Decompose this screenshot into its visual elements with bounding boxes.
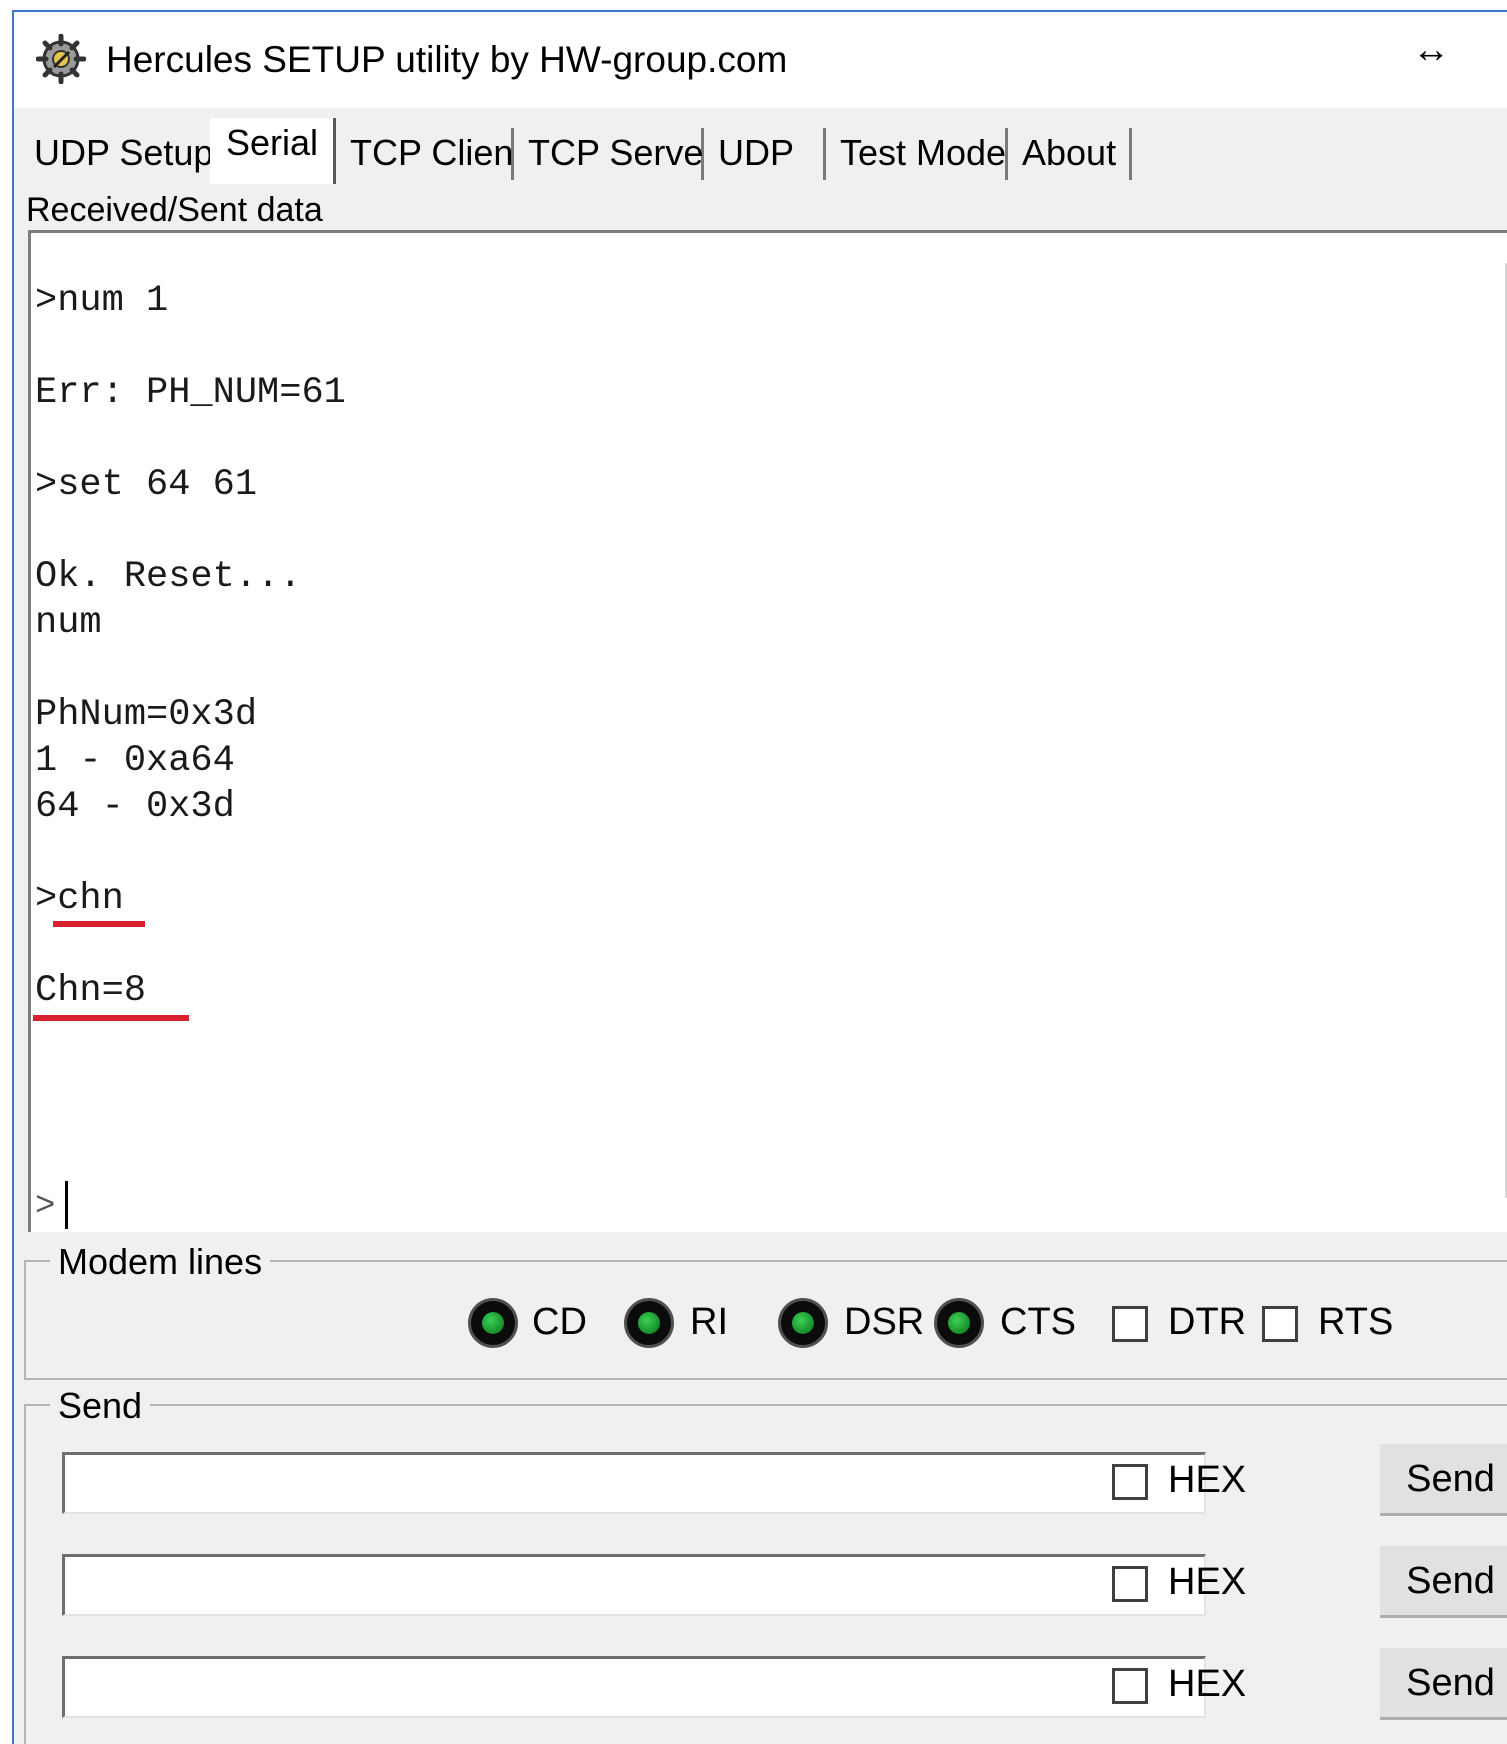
tab-about[interactable]: About	[1008, 128, 1132, 180]
send-input-1[interactable]	[62, 1452, 1206, 1514]
tab-udp[interactable]: UDP	[704, 128, 826, 180]
hex-label-2: HEX	[1168, 1561, 1247, 1603]
terminal-line: PhNum=0x3d	[35, 694, 258, 736]
modem-lines-legend: Modem lines	[50, 1242, 271, 1282]
tab-tcp-server[interactable]: TCP Server	[514, 128, 715, 180]
dtr-checkbox[interactable]	[1112, 1306, 1148, 1342]
terminal-line: num	[35, 602, 102, 644]
terminal-line: Ok. Reset...	[35, 556, 302, 598]
chn-result-red-underline	[33, 1015, 189, 1021]
hercules-window: Hercules SETUP utility by HW-group.com ↔…	[12, 10, 1507, 1744]
hex-checkbox-2[interactable]	[1112, 1566, 1148, 1602]
send-button-1[interactable]: Send	[1380, 1444, 1507, 1516]
terminal-line: >num 1	[35, 280, 169, 322]
resize-arrows-icon[interactable]: ↔	[1412, 30, 1450, 70]
tab-tcp-client[interactable]: TCP Client	[336, 128, 523, 180]
title-bar: Hercules SETUP utility by HW-group.com ↔	[14, 12, 1507, 108]
ri-led-icon	[624, 1298, 674, 1348]
hex-label-3: HEX	[1168, 1663, 1247, 1705]
cts-label: CTS	[1000, 1301, 1076, 1343]
modem-lines-group: Modem lines CD RI DSR CTS DTR RTS	[24, 1242, 1507, 1380]
dsr-led-icon	[778, 1298, 828, 1348]
rts-checkbox[interactable]	[1262, 1306, 1298, 1342]
send-button-3[interactable]: Send	[1380, 1648, 1507, 1720]
chn-command-red-underline	[53, 921, 145, 927]
send-input-3[interactable]	[62, 1656, 1206, 1718]
terminal-line: >chn	[35, 878, 124, 920]
hex-checkbox-1[interactable]	[1112, 1464, 1148, 1500]
dtr-label: DTR	[1168, 1301, 1247, 1343]
dsr-label: DSR	[844, 1301, 925, 1343]
tab-serial[interactable]: Serial	[210, 118, 336, 184]
send-button-2[interactable]: Send	[1380, 1546, 1507, 1618]
terminal-prompt: >	[35, 1188, 56, 1226]
window-title: Hercules SETUP utility by HW-group.com	[106, 39, 788, 80]
terminal-line: Chn=8	[35, 970, 147, 1012]
cts-led-icon	[934, 1298, 984, 1348]
tab-udp-setup[interactable]: UDP Setup	[20, 128, 213, 180]
hex-label-1: HEX	[1168, 1459, 1247, 1501]
tab-test-mode[interactable]: Test Mode	[826, 128, 1008, 180]
text-caret	[65, 1181, 68, 1229]
cd-label: CD	[532, 1301, 587, 1343]
terminal-line: >set 64 61	[35, 464, 258, 506]
hex-checkbox-3[interactable]	[1112, 1668, 1148, 1704]
received-data-terminal[interactable]: >num 1 Err: PH_NUM=61 >set 64 61 Ok. Res…	[28, 230, 1507, 1232]
terminal-line: 1 - 0xa64	[35, 740, 235, 782]
terminal-line: 64 - 0x3d	[35, 786, 235, 828]
send-input-2[interactable]	[62, 1554, 1206, 1616]
hercules-app-icon	[36, 34, 86, 84]
ri-label: RI	[690, 1301, 728, 1343]
terminal-line: Err: PH_NUM=61	[35, 372, 346, 414]
send-group: Send HEX Send HEX Send HEX Send	[24, 1386, 1507, 1744]
rts-label: RTS	[1318, 1301, 1394, 1343]
received-sent-label: Received/Sent data	[26, 191, 323, 229]
cd-led-icon	[468, 1298, 518, 1348]
send-legend: Send	[50, 1386, 151, 1426]
tab-strip: UDP Setup Serial TCP Client TCP Server U…	[14, 108, 1507, 184]
